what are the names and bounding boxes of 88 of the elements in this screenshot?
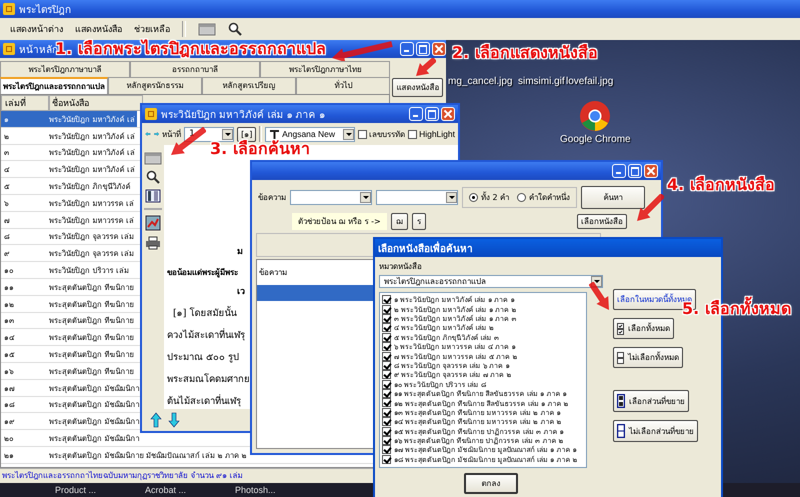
menu-item[interactable]: แสดงหน้าต่าง bbox=[10, 22, 63, 36]
callout-arrow bbox=[589, 282, 610, 312]
callout-arrow bbox=[330, 41, 394, 61]
book-text-line: เว bbox=[236, 286, 245, 299]
instruction-caption: 3. เลือกค้นหา bbox=[210, 140, 310, 158]
search-button[interactable]: ค้นหา bbox=[581, 186, 646, 209]
option-checkbox[interactable]: HighLight bbox=[408, 129, 455, 139]
filled-boxes-icon bbox=[617, 394, 625, 408]
chrome-logo-icon[interactable] bbox=[579, 100, 612, 132]
minimize-button[interactable] bbox=[400, 42, 414, 56]
app-logo-icon bbox=[3, 43, 15, 55]
instruction-caption: 2. เลือกแสดงหนังสือ bbox=[452, 44, 598, 62]
column-header: ข้อความ bbox=[258, 267, 288, 279]
search-icon[interactable] bbox=[228, 22, 242, 36]
desktop-icon-label[interactable]: mg_cancel.jpg bbox=[448, 76, 512, 87]
menu-item[interactable]: ช่วยเหลือ bbox=[134, 22, 170, 36]
tab[interactable]: หลักสูตรนักธรรม bbox=[108, 77, 202, 94]
column-header[interactable]: เล่มที่ bbox=[1, 95, 49, 111]
desktop-icon-label[interactable]: lovefail.jpg bbox=[566, 76, 614, 87]
printer-icon[interactable] bbox=[145, 236, 161, 250]
close-button[interactable] bbox=[432, 42, 446, 56]
input-hint: ตัวช่วยป้อน ฌ หรือ ร -> bbox=[292, 213, 387, 230]
tab[interactable]: ทั่วไป bbox=[296, 77, 390, 94]
tab[interactable]: พระไตรปิฎกภาษาบาลี bbox=[0, 61, 130, 77]
book-text-line: ต้นไม้สะเดาที่นเฬรุ bbox=[167, 393, 241, 409]
book-text-line: ขอน้อมแด่พระผู้มีพระ bbox=[167, 266, 238, 280]
app-logo-icon bbox=[145, 108, 157, 120]
choose-books-button[interactable]: เลือกหนังสือ bbox=[577, 214, 627, 229]
field-label: ข้อความ bbox=[258, 192, 286, 204]
hollow-boxes-icon bbox=[617, 424, 625, 438]
volume-button[interactable]: [๑] bbox=[237, 126, 256, 142]
field-label: หมวดหนังสือ bbox=[379, 261, 423, 273]
tab[interactable]: พระไตรปิฎกภาษาไทย bbox=[260, 61, 390, 77]
empty-boxes-icon bbox=[617, 352, 624, 364]
page-label: หน้าที่ bbox=[162, 128, 182, 140]
show-book-button[interactable]: แสดงหนังสือ bbox=[392, 78, 444, 97]
character-key-button[interactable]: ฌ bbox=[390, 213, 408, 230]
maximize-button[interactable] bbox=[416, 42, 430, 56]
folder-icon[interactable] bbox=[198, 22, 216, 36]
tab[interactable]: อรรถกถาบาลี bbox=[130, 61, 260, 77]
search-icon[interactable] bbox=[146, 170, 160, 184]
desktop-icon-label[interactable]: Google Chrome bbox=[560, 134, 631, 145]
book-text-line: ม bbox=[236, 246, 243, 259]
selection-button[interactable]: เลือกทั้งหมด bbox=[613, 318, 674, 339]
window-title: พระไตรปิฎก bbox=[19, 3, 71, 16]
columns-icon[interactable] bbox=[145, 189, 161, 203]
ok-button[interactable]: ตกลง bbox=[464, 473, 518, 494]
minimize-button[interactable] bbox=[409, 107, 423, 121]
selection-button[interactable]: ไม่เลือกทั้งหมด bbox=[613, 347, 683, 368]
category-dropdown[interactable]: พระไตรปิฎกและอรรถกถาแปล bbox=[379, 275, 603, 288]
checked-boxes-icon bbox=[617, 322, 624, 334]
mode-radio[interactable]: คำใดคำหนึ่ง bbox=[517, 191, 570, 204]
desktop-icon-label[interactable]: simsimi.gif bbox=[518, 76, 565, 87]
selection-button[interactable]: ไม่เลือกส่วนที่ขยาย bbox=[613, 420, 698, 442]
character-key-button[interactable]: ร bbox=[412, 213, 426, 230]
maximize-button[interactable] bbox=[425, 107, 439, 121]
close-button[interactable] bbox=[644, 164, 658, 178]
search-text-dropdown[interactable] bbox=[376, 190, 458, 205]
option-checkbox[interactable]: เลขบรรทัด bbox=[358, 128, 406, 140]
dialog-title: เลือกหนังสือเพื่อค้นหา bbox=[378, 240, 473, 256]
tab[interactable]: พระไตรปิฎกและอรรถกถาแปล bbox=[0, 77, 108, 94]
chart-icon[interactable] bbox=[145, 215, 161, 231]
down-arrow-icon[interactable] bbox=[168, 412, 180, 428]
column-header[interactable]: ชื่อหนังสือ bbox=[49, 95, 143, 111]
book-text-line: [๑] โดยสมัยนั้น bbox=[172, 305, 236, 321]
tab[interactable]: หลักสูตรเปรียญ bbox=[202, 77, 296, 94]
up-arrow-icon[interactable] bbox=[150, 412, 162, 428]
callout-arrow bbox=[636, 194, 664, 222]
instruction-caption: 4. เลือกหนังสือ bbox=[667, 176, 775, 194]
window-title: พระวินัยปิฎก มหาวิภังค์ เล่ม ๑ ภาค ๑ bbox=[161, 108, 325, 122]
folder-icon[interactable] bbox=[144, 151, 162, 165]
maximize-button[interactable] bbox=[628, 164, 642, 178]
taskbar-item[interactable]: Acrobat ... bbox=[145, 485, 195, 495]
search-text-dropdown[interactable] bbox=[290, 190, 372, 205]
book-text-line: ควงไม้สะเดาที่นเฬรุ bbox=[167, 327, 245, 343]
app-logo-icon bbox=[3, 3, 15, 15]
taskbar-item[interactable]: Product ... bbox=[55, 485, 105, 495]
book-text-line: ประมาณ ๕๐๐ รูป bbox=[167, 351, 240, 365]
taskbar-item[interactable]: Photosh... bbox=[235, 485, 285, 495]
font-dropdown[interactable]: Angsana New bbox=[265, 126, 356, 142]
minimize-button[interactable] bbox=[612, 164, 626, 178]
book-text-line: พระสมณโคดมศากย bbox=[167, 372, 250, 387]
mode-radio[interactable]: ทั้ง 2 คำ bbox=[469, 191, 510, 204]
font-icon bbox=[270, 130, 280, 138]
close-button[interactable] bbox=[441, 107, 455, 121]
selection-button[interactable]: เลือกส่วนที่ขยาย bbox=[613, 390, 689, 412]
menu-item[interactable]: แสดงหนังสือ bbox=[75, 22, 122, 36]
window-title: หน้าหลัก bbox=[19, 44, 58, 56]
